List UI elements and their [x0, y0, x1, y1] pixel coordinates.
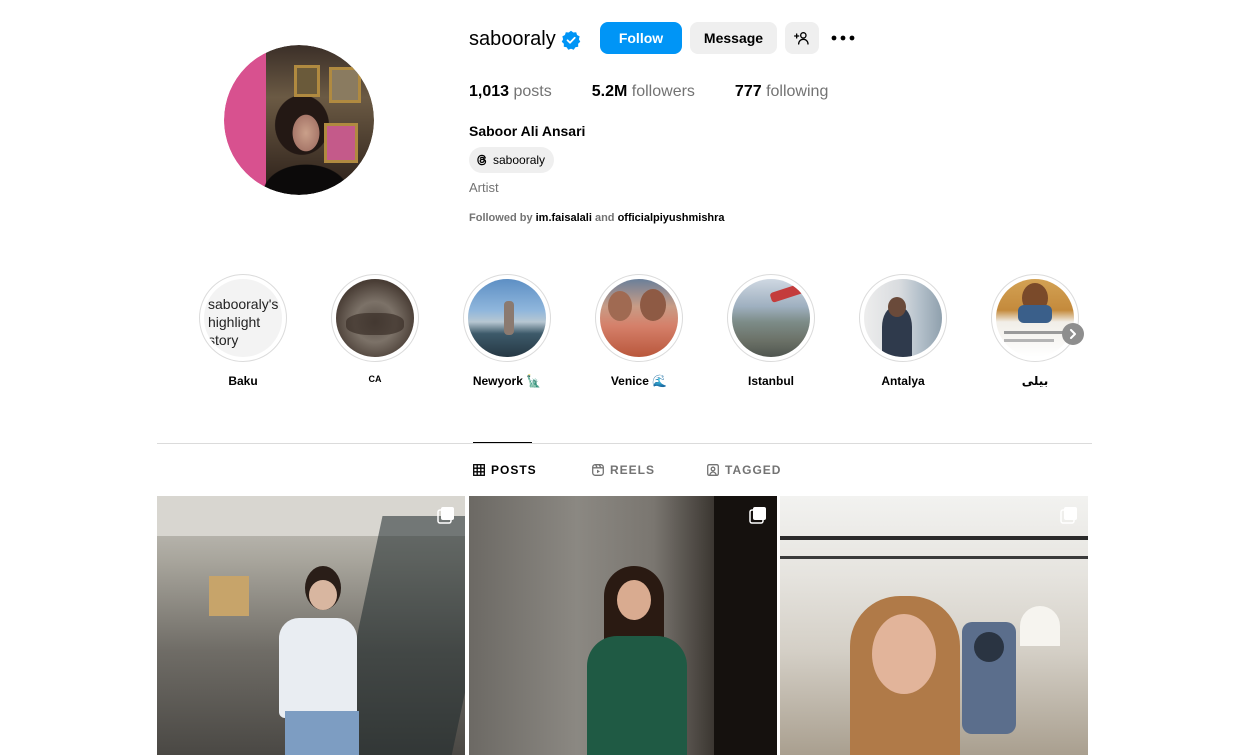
tab-posts-label: POSTS	[491, 463, 537, 477]
post-person-top	[279, 618, 357, 718]
multiple-photos-icon	[1060, 507, 1077, 524]
threads-link[interactable]: sabooraly	[469, 147, 555, 173]
add-person-icon	[794, 32, 809, 45]
tab-tagged-label: TAGGED	[725, 463, 782, 477]
highlight-ring	[859, 274, 947, 362]
multiple-photos-icon	[437, 507, 454, 524]
highlight-ring	[331, 274, 419, 362]
followed-by-account[interactable]: im.faisalali	[536, 212, 592, 224]
tab-reels[interactable]: REELS	[592, 463, 655, 477]
more-horizontal-icon	[831, 35, 855, 41]
following-count[interactable]: 777 following	[735, 83, 828, 101]
grid-icon	[473, 464, 485, 476]
message-button[interactable]: Message	[690, 22, 777, 54]
reels-icon	[592, 464, 604, 476]
following-count-value: 777	[734, 83, 762, 100]
highlight-ring	[727, 274, 815, 362]
highlight-cover-image	[336, 279, 414, 357]
highlights-next-button[interactable]	[1062, 323, 1084, 345]
highlight-label: Antalya	[881, 374, 925, 388]
highlight-label: بیلی	[1021, 374, 1049, 388]
posts-count-label: posts	[513, 83, 552, 100]
profile-avatar[interactable]	[224, 45, 374, 195]
post-phone-camera-decor	[974, 632, 1004, 662]
tab-posts[interactable]: POSTS	[473, 463, 537, 477]
chevron-right-icon	[1070, 329, 1076, 339]
highlight-item[interactable]: sabooraly's highlight story Baku	[199, 274, 287, 388]
post-person-face	[872, 614, 936, 694]
post-dark-wall-decor	[714, 496, 777, 755]
highlight-cover-image	[864, 279, 942, 357]
post-sign-decor	[209, 576, 249, 616]
highlight-cover-image	[732, 279, 810, 357]
suggested-accounts-button[interactable]	[785, 22, 819, 54]
active-tab-indicator	[473, 442, 532, 443]
highlight-cover-image	[996, 279, 1074, 357]
post-thumbnail[interactable]	[780, 496, 1088, 755]
tagged-icon	[707, 464, 719, 476]
post-person-face	[309, 580, 337, 610]
followed-by-prefix: Followed by	[469, 212, 533, 224]
highlight-broken-image: sabooraly's highlight story	[204, 279, 282, 357]
highlight-cover-image	[600, 279, 678, 357]
highlight-label: Venice 🌊	[610, 374, 668, 388]
threads-icon	[477, 154, 487, 166]
multiple-photos-icon	[749, 507, 766, 524]
verified-badge-icon	[561, 30, 581, 50]
highlight-label: CA	[368, 374, 382, 384]
following-count-label: following	[766, 83, 829, 100]
post-person-dress	[587, 636, 687, 755]
highlight-item[interactable]: Antalya	[859, 274, 947, 388]
posts-count: 1,013 posts	[469, 83, 552, 101]
posts-count-value: 1,013	[469, 83, 510, 100]
post-lamp-decor	[1020, 606, 1060, 646]
profile-stats: 1,013 posts 5.2M followers 777 following	[469, 83, 868, 101]
follow-button[interactable]: Follow	[600, 22, 682, 54]
avatar-frame-decor	[324, 123, 358, 163]
highlight-item[interactable]: Venice 🌊	[595, 274, 683, 388]
post-thumbnail[interactable]	[469, 496, 777, 755]
followed-by-account[interactable]: officialpiyushmishra	[618, 212, 725, 224]
profile-username: sabooraly	[469, 28, 556, 50]
highlight-item[interactable]: Istanbul	[727, 274, 815, 388]
post-person-jeans	[285, 711, 359, 755]
profile-category: Artist	[469, 180, 499, 195]
highlight-item[interactable]: Newyork 🗽	[463, 274, 551, 388]
avatar-frame-decor	[329, 67, 361, 103]
followed-by-joiner: and	[594, 212, 615, 224]
highlight-ring	[595, 274, 683, 362]
more-options-button[interactable]	[828, 24, 858, 52]
tabs-divider	[157, 443, 1092, 444]
avatar-frame-decor	[294, 65, 320, 97]
post-rail-decor	[780, 556, 1088, 559]
highlight-ring	[991, 274, 1079, 362]
followers-count-label: followers	[631, 83, 695, 100]
tab-reels-label: REELS	[610, 463, 656, 477]
highlight-cover-image	[468, 279, 546, 357]
tab-tagged[interactable]: TAGGED	[707, 463, 781, 477]
followers-count[interactable]: 5.2M followers	[592, 83, 695, 101]
profile-full-name: Saboor Ali Ansari	[469, 123, 586, 139]
highlight-label: Newyork 🗽	[472, 374, 542, 388]
post-thumbnail[interactable]	[157, 496, 465, 755]
post-person-face	[617, 580, 651, 620]
threads-handle: sabooraly	[493, 153, 546, 167]
followers-count-value: 5.2M	[591, 83, 628, 100]
post-rail-decor	[780, 536, 1088, 540]
followed-by-line[interactable]: Followed by im.faisalali and officialpiy…	[469, 212, 725, 224]
highlight-label: Baku	[228, 374, 258, 388]
highlight-ring: sabooraly's highlight story	[199, 274, 287, 362]
highlight-item[interactable]: CA	[331, 274, 419, 384]
highlight-ring	[463, 274, 551, 362]
highlight-label: Istanbul	[747, 374, 794, 388]
